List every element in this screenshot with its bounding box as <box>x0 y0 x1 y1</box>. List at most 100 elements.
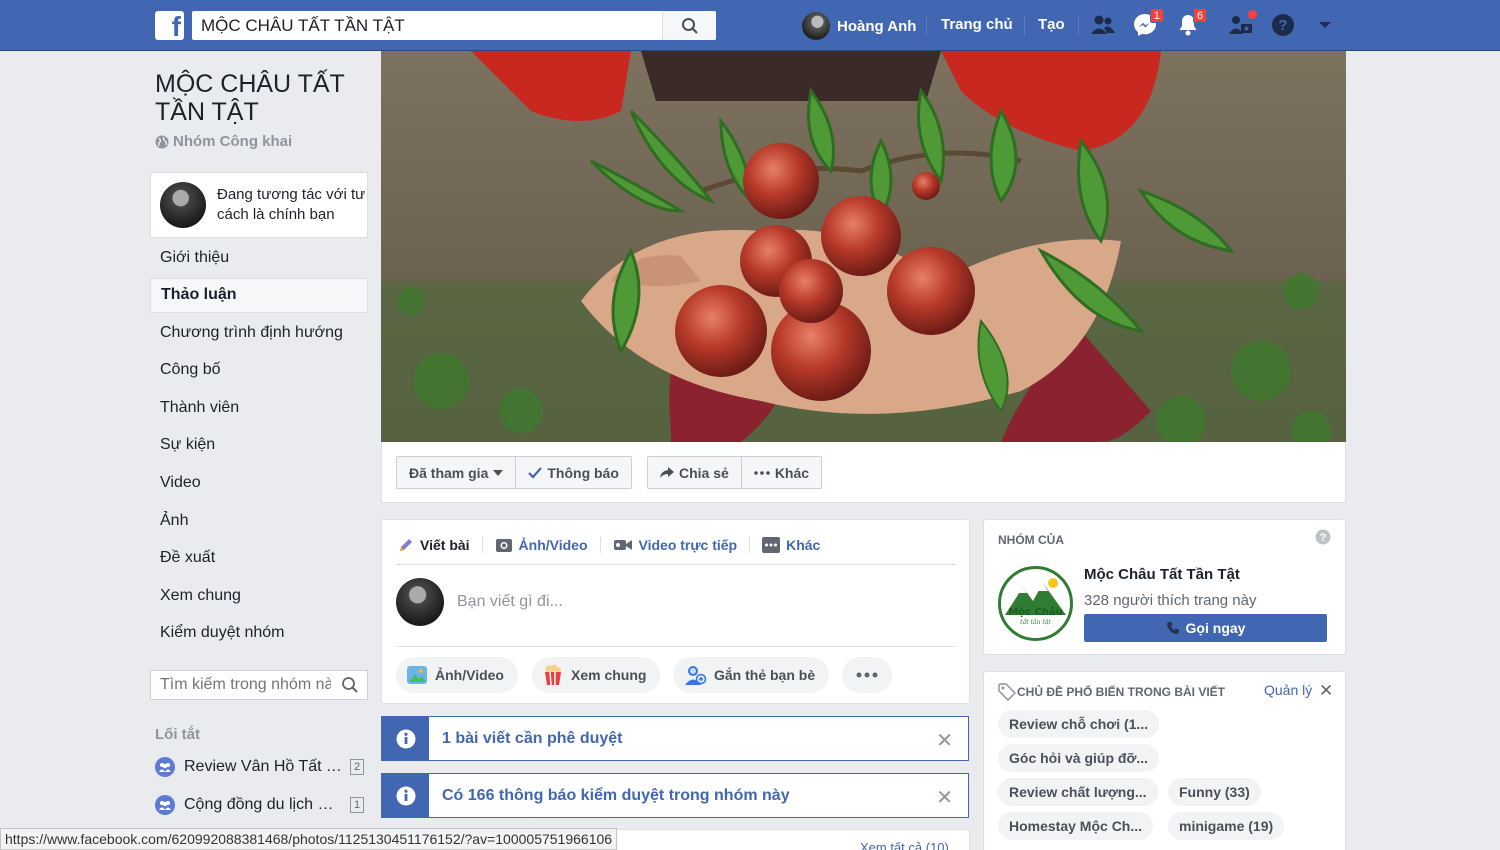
friends-icon <box>1091 15 1115 34</box>
call-label: Gọi ngay <box>1185 620 1246 636</box>
group-title[interactable]: MỘC CHÂU TẤT TẦN TẬT <box>155 70 370 126</box>
top-navigation-bar: f Hoàng Anh Trang chủ Tạo 1 6 ? <box>0 0 1500 51</box>
manage-link[interactable]: Quản lý <box>1264 682 1312 698</box>
info-icon <box>382 774 429 817</box>
watch-party-button[interactable]: Xem chung <box>532 657 661 693</box>
post-composer: Viết bài Ảnh/Video Video trực tiếp Khác … <box>381 519 970 704</box>
tab-live-video[interactable]: Video trực tiếp <box>599 537 750 553</box>
share-button[interactable]: Chia sẻ <box>648 457 741 488</box>
divider <box>1078 16 1079 36</box>
nav-item-watch-party[interactable]: Xem chung <box>150 578 368 613</box>
messenger-badge: 1 <box>1149 8 1164 23</box>
topic-chip[interactable]: Homestay Mộc Ch... <box>998 812 1154 840</box>
global-search-input[interactable] <box>192 11 662 40</box>
browser-status-url: https://www.facebook.com/620992088381468… <box>0 828 618 850</box>
camera-icon <box>495 539 512 552</box>
home-link[interactable]: Trang chủ <box>941 16 1013 33</box>
messenger-button[interactable]: 1 <box>1132 8 1164 38</box>
tab-label: Viết bài <box>420 537 470 553</box>
group-icon <box>155 757 175 777</box>
close-icon[interactable]: ✕ <box>936 785 953 809</box>
nav-item-photos[interactable]: Ảnh <box>150 503 368 538</box>
tab-photo-video[interactable]: Ảnh/Video <box>481 537 600 553</box>
close-icon[interactable]: ✕ <box>936 728 953 752</box>
notifications-button[interactable]: 6 <box>1175 8 1207 38</box>
see-all-link[interactable]: Xem tất cả (10) <box>860 840 949 850</box>
help-icon[interactable]: ? <box>1315 529 1331 545</box>
shortcuts-heading: Lối tắt <box>155 726 200 743</box>
cover-photo[interactable] <box>381 51 1346 442</box>
acting-as-card[interactable]: Đang tương tác với tư cách là chính bạn <box>150 172 368 238</box>
more-button[interactable]: Khác <box>740 457 821 488</box>
topic-chip[interactable]: minigame (19) <box>1168 812 1285 840</box>
group-action-bar: Đã tham gia Thông báo Chia sẻ Khác <box>381 442 1346 503</box>
checkmark-icon <box>528 466 543 479</box>
nav-item-recommendations[interactable]: Đề xuất <box>150 541 368 576</box>
create-link[interactable]: Tạo <box>1038 16 1065 33</box>
cover-photo-image <box>381 51 1346 442</box>
divider <box>396 564 956 565</box>
tab-more[interactable]: Khác <box>749 537 832 553</box>
page-logo[interactable]: Mộc Châu tất tần tật <box>998 566 1073 641</box>
owner-page-card: NHÓM CỦA ? Mộc Châu tất tần tật Mộc Châu… <box>983 519 1346 655</box>
nav-item-about[interactable]: Giới thiệu <box>150 240 368 275</box>
nav-item-onboarding[interactable]: Chương trình định hướng <box>150 315 368 350</box>
nav-item-events[interactable]: Sự kiện <box>150 428 368 463</box>
nav-item-videos[interactable]: Video <box>150 466 368 501</box>
topic-chip[interactable]: Review chất lượng... <box>998 778 1158 806</box>
joined-button[interactable]: Đã tham gia <box>397 457 515 488</box>
tag-friends-button[interactable]: Gắn thẻ bạn bè <box>673 657 830 693</box>
profile-name: Hoàng Anh <box>837 17 917 35</box>
shortcut-label: Cộng đồng du lịch Mộc Châu <box>184 796 344 813</box>
chevron-down-icon <box>1319 22 1331 28</box>
more-options-button[interactable] <box>842 657 892 693</box>
group-privacy: Nhóm Công khai <box>155 133 292 150</box>
facebook-logo-icon[interactable]: f <box>155 11 184 42</box>
acting-as-text: Đang tương tác với tư cách là chính bạn <box>217 186 366 223</box>
popular-topics-card: CHỦ ĐỀ PHỔ BIẾN TRONG BÀI VIẾT Quản lý ✕… <box>983 671 1346 850</box>
more-dots-icon <box>754 470 770 475</box>
help-icon: ? <box>1272 14 1294 36</box>
profile-link[interactable]: Hoàng Anh <box>802 12 916 40</box>
composer-input[interactable]: Bạn viết gì đi... <box>457 593 563 611</box>
topic-chip[interactable]: Góc hỏi và giúp đỡ... <box>998 744 1160 772</box>
shortcut-item[interactable]: Review Vân Hồ Tất Tần Tật 2 <box>155 757 365 777</box>
privacy-label: Nhóm Công khai <box>173 133 293 150</box>
info-icon <box>382 717 429 760</box>
topic-chip[interactable]: Funny (33) <box>1168 778 1261 806</box>
photo-video-button[interactable]: Ảnh/Video <box>396 657 518 693</box>
search-icon[interactable] <box>341 676 359 694</box>
caret-down-icon <box>493 469 504 476</box>
nav-item-moderation[interactable]: Kiểm duyệt nhóm <box>150 616 368 651</box>
group-search <box>150 670 368 700</box>
composer-tabs: Viết bài Ảnh/Video Video trực tiếp Khác <box>396 528 832 562</box>
more-label: Khác <box>774 464 810 481</box>
search-button[interactable] <box>662 11 716 40</box>
global-search <box>192 11 716 40</box>
nav-item-discussion[interactable]: Thảo luận <box>150 277 368 313</box>
notifications-toggle-button[interactable]: Thông báo <box>515 457 631 488</box>
tab-label: Khác <box>786 537 821 553</box>
nav-item-members[interactable]: Thành viên <box>150 390 368 425</box>
svg-text:?: ? <box>1278 17 1287 34</box>
pending-post-notice[interactable]: 1 bài viết cần phê duyệt ✕ <box>381 716 969 761</box>
community-button[interactable] <box>1228 9 1258 38</box>
joined-label: Đã tham gia <box>409 464 489 481</box>
page-name[interactable]: Mộc Châu Tất Tần Tật <box>1084 566 1240 583</box>
tab-write-post[interactable]: Viết bài <box>396 537 482 553</box>
group-search-input[interactable] <box>151 671 331 699</box>
moderation-notice[interactable]: Có 166 thông báo kiểm duyệt trong nhóm n… <box>381 773 969 818</box>
notice-text: Có 166 thông báo kiểm duyệt trong nhóm n… <box>442 786 790 804</box>
divider <box>926 16 927 36</box>
call-now-button[interactable]: Gọi ngay <box>1084 614 1327 642</box>
help-button[interactable]: ? <box>1270 12 1296 38</box>
shortcut-count: 2 <box>350 759 364 775</box>
shortcut-item[interactable]: Cộng đồng du lịch Mộc Châu 1 <box>155 795 365 815</box>
close-icon[interactable]: ✕ <box>1319 681 1333 701</box>
friend-requests-button[interactable] <box>1090 12 1116 38</box>
notification-dot <box>1247 9 1258 20</box>
phone-icon <box>1166 622 1179 634</box>
nav-item-announcements[interactable]: Công bố <box>150 353 368 388</box>
account-menu-button[interactable] <box>1312 12 1338 38</box>
topic-chip[interactable]: Review chỗ chơi (1... <box>998 710 1160 738</box>
